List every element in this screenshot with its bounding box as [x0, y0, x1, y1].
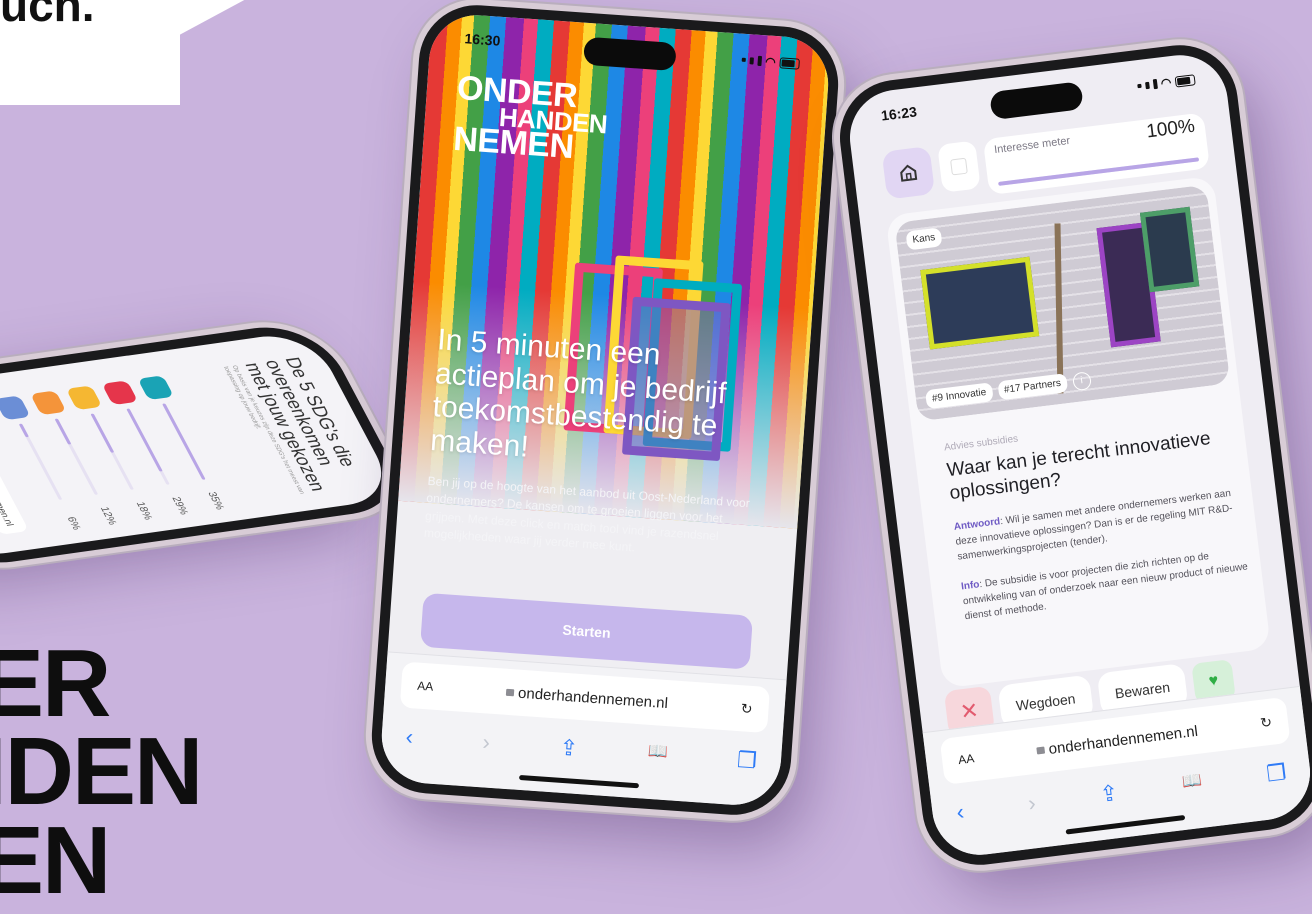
- sdg-badge-icon: [137, 375, 175, 401]
- home-icon: [900, 164, 918, 182]
- url-field[interactable]: onderhandennemen.nl: [505, 683, 669, 712]
- window-right: [1139, 206, 1200, 293]
- onderhandennemen-logo: ONDER HANDEN NEMEN: [452, 69, 610, 166]
- interest-meter-value: 100%: [1145, 115, 1197, 143]
- phone-right: 16:23 ◠ Interesse meter 100% Kans #9 Inn…: [833, 38, 1312, 872]
- back-icon[interactable]: ‹: [405, 724, 414, 750]
- sdg-badge-icon: [65, 385, 103, 411]
- safari-toolbar: AA onderhandennemen.nl ↻ ‹ › ⇪ 📖 ❐: [378, 651, 787, 809]
- signal-bar: [1152, 78, 1158, 90]
- status-icons: ◠: [741, 50, 801, 74]
- speech-bubble-tail: [170, 0, 300, 40]
- card-type-chip: Kans: [905, 227, 943, 251]
- speech-text: uch.: [0, 0, 95, 31]
- info-label: Info: [960, 579, 981, 593]
- lock-icon: [1036, 746, 1046, 754]
- headline: In 5 minuten een actieplan om je bedrijf…: [429, 323, 728, 464]
- sdg-percentage: 6%: [64, 516, 84, 531]
- tabs-icon[interactable]: ❐: [736, 747, 757, 774]
- sdg-percentage: 18%: [133, 501, 155, 521]
- brand-line-1: ER: [0, 630, 111, 737]
- lock-icon: [505, 688, 515, 696]
- url-bar[interactable]: AA onderhandennemen.nl ↻: [399, 661, 771, 734]
- status-time: 16:23: [880, 103, 918, 124]
- reload-icon[interactable]: ↻: [1259, 713, 1273, 731]
- saved-button[interactable]: [937, 140, 981, 193]
- text-size-button[interactable]: AA: [417, 679, 434, 694]
- sdg-fill: [90, 413, 115, 453]
- sdg-fill: [19, 423, 30, 437]
- saved-icon: [950, 157, 968, 176]
- sdg-badge-icon: [101, 380, 139, 406]
- money-tree: [1054, 223, 1064, 394]
- left-url[interactable]: onderhandennemen.nl: [0, 446, 16, 527]
- forward-icon[interactable]: ›: [1027, 790, 1037, 817]
- phone-right-screen: 16:23 ◠ Interesse meter 100% Kans #9 Inn…: [844, 49, 1312, 861]
- forward-icon[interactable]: ›: [482, 729, 491, 755]
- sdg-percentage: 29%: [169, 496, 191, 516]
- text-size-button[interactable]: AA: [957, 751, 975, 767]
- brand-wordmark: ER IDEN EN: [0, 630, 203, 914]
- sdg-badge-icon: [30, 390, 67, 416]
- sdg-percentage: 35%: [205, 491, 227, 511]
- opportunity-card[interactable]: Kans #9 Innovatie #17 Partners i Advies …: [885, 175, 1271, 689]
- url-text: onderhandennemen.nl: [1047, 722, 1199, 758]
- status-icons: ◠: [1136, 69, 1196, 96]
- signal-bar: [1144, 81, 1150, 89]
- info-icon[interactable]: i: [1071, 370, 1092, 391]
- home-button[interactable]: [881, 146, 936, 200]
- sdg-percentage: 12%: [97, 506, 119, 526]
- signal-icon: [1136, 83, 1142, 89]
- brand-line-2: IDEN: [0, 718, 203, 826]
- share-icon[interactable]: ⇪: [559, 735, 579, 762]
- back-icon[interactable]: ‹: [955, 799, 965, 826]
- signal-bar: [756, 55, 762, 67]
- battery-icon: [779, 56, 801, 70]
- bookmarks-icon[interactable]: 📖: [1181, 770, 1204, 798]
- battery-icon: [1174, 73, 1196, 88]
- bookmarks-icon[interactable]: 📖: [647, 741, 669, 768]
- card-category: Advies subsidies: [943, 433, 1019, 454]
- brand-line-3: EN: [0, 806, 111, 914]
- home-indicator: [1065, 814, 1186, 835]
- phone-left-screen: De 5 SDG's die overeenkomen met jouw gek…: [0, 330, 399, 560]
- url-field[interactable]: onderhandennemen.nl: [1036, 722, 1199, 759]
- phone-center-screen: 16:30 ◠ ONDER HANDEN NEMEN In 5 minuten …: [378, 11, 832, 809]
- signal-bar: [749, 56, 754, 64]
- window-left: [920, 256, 1040, 350]
- phone-left: De 5 SDG's die overeenkomen met jouw gek…: [0, 319, 415, 571]
- home-indicator: [518, 774, 640, 789]
- safari-nav: ‹ › ⇪ 📖 ❐: [405, 724, 758, 774]
- phone-center: 16:30 ◠ ONDER HANDEN NEMEN In 5 minuten …: [367, 1, 843, 819]
- info-text: : De subsidie is voor projecten die zich…: [962, 551, 1249, 623]
- sdg-fill: [55, 418, 73, 445]
- card-answer: Antwoord: Wil je samen met andere ondern…: [953, 483, 1264, 624]
- signal-icon: [741, 57, 746, 62]
- tabs-icon[interactable]: ❐: [1265, 759, 1288, 787]
- share-icon[interactable]: ⇪: [1098, 780, 1119, 808]
- wifi-icon: ◠: [1159, 75, 1173, 91]
- wifi-icon: ◠: [764, 54, 777, 70]
- sdg-badge-icon: [0, 395, 31, 421]
- answer-label: Antwoord: [953, 516, 1001, 533]
- status-time: 16:30: [464, 30, 501, 49]
- url-text: onderhandennemen.nl: [517, 684, 669, 712]
- reload-icon[interactable]: ↻: [740, 700, 753, 718]
